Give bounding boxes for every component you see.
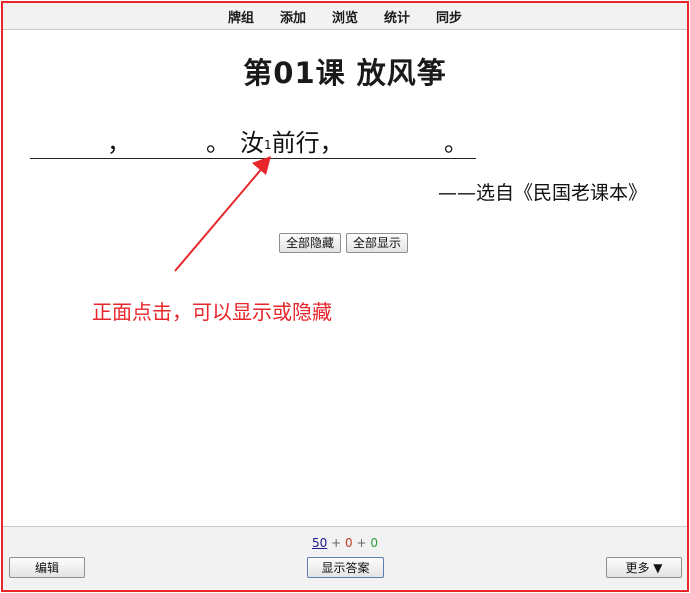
- toggle-button-row: 全部隐藏 全部显示: [279, 233, 409, 253]
- new-count[interactable]: 50: [312, 536, 327, 550]
- nav-add[interactable]: 添加: [280, 7, 306, 26]
- show-answer-button[interactable]: 显示答案: [307, 557, 384, 578]
- bottom-toolbar: 50 + 0 + 0 编辑 显示答案 更多 ▼: [3, 526, 687, 589]
- more-button[interactable]: 更多 ▼: [606, 557, 682, 578]
- nav-stats[interactable]: 统计: [384, 7, 410, 26]
- top-toolbar: 牌组 添加 浏览 统计 同步: [3, 3, 687, 30]
- plus-sign-1: +: [331, 536, 342, 550]
- hide-all-button[interactable]: 全部隐藏: [279, 233, 342, 253]
- nav-browse[interactable]: 浏览: [332, 7, 358, 26]
- cloze-visible-phrase[interactable]: 汝1前行，: [240, 128, 344, 158]
- nav-sync[interactable]: 同步: [436, 7, 462, 26]
- cloze-comma-1: ，: [107, 129, 131, 157]
- learn-count: 0: [345, 536, 353, 550]
- cloze-period-2: 。: [444, 129, 468, 157]
- nav-decks[interactable]: 牌组: [228, 7, 254, 26]
- cloze-underline: [30, 158, 476, 159]
- plus-sign-2: +: [356, 536, 367, 550]
- cloze-rest: 前行，: [271, 129, 344, 157]
- annotation-text: 正面点击，可以显示或隐藏: [92, 300, 332, 324]
- card-title: 第01课 放风筝: [243, 56, 447, 90]
- edit-button[interactable]: 编辑: [9, 557, 85, 578]
- show-all-button[interactable]: 全部显示: [346, 233, 409, 253]
- cloze-word: 汝: [240, 129, 264, 157]
- review-count: 0: [370, 536, 378, 550]
- cloze-index: 1: [264, 138, 272, 152]
- cloze-period-1: 。: [206, 129, 230, 157]
- source-citation: ——选自《民国老课本》: [438, 182, 648, 204]
- due-counts: 50 + 0 + 0: [3, 536, 687, 550]
